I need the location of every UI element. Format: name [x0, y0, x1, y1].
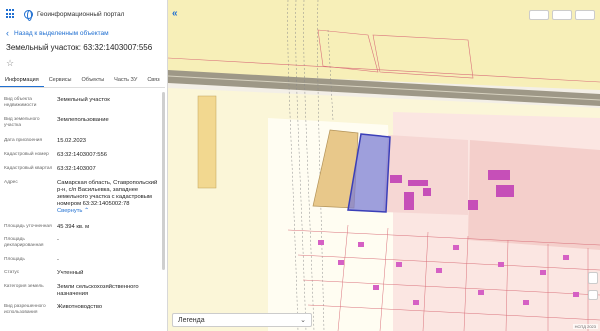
house [396, 262, 402, 267]
attribute-label: Статус [4, 270, 20, 275]
attribute-row: Площадь - [4, 257, 162, 264]
attribute-value: Самарская область, Ставропольский р-н, с… [57, 180, 162, 215]
house [573, 292, 579, 297]
attribute-value: Животноводство [57, 304, 103, 310]
house [358, 242, 364, 247]
building [390, 175, 402, 183]
parcel-strip-west [197, 95, 217, 189]
attribute-value: Учтенный [57, 270, 84, 276]
attribute-value: - [57, 257, 59, 263]
globe-icon [24, 9, 33, 21]
attribute-value[interactable]: 63:32:1403007:556 [57, 152, 162, 159]
attribute-label: Вид разрешенного использования [4, 304, 46, 315]
attribute-label: Адрес [4, 180, 18, 185]
house [478, 290, 484, 295]
attribute-label: Вид объекта недвижимости [4, 97, 37, 108]
map-tool-button[interactable] [575, 10, 595, 20]
attribute-row: Дата присвоения 15.02.2023 [4, 138, 162, 145]
tab-links[interactable]: Связ [142, 74, 164, 87]
legend-label: Легенда [178, 316, 205, 324]
attribute-row: Площадь декларированная - [4, 237, 162, 249]
back-link[interactable]: ‹ Назад к выделенным объектам [6, 29, 109, 38]
attribute-row: Кадастровый номер 63:32:1403007:556 [4, 152, 162, 159]
attribute-value: Землепользование [57, 117, 109, 123]
info-panel: Геоинформационный портал ‹ Назад к выдел… [0, 0, 168, 331]
attribute-value: Земельный участок [57, 97, 110, 103]
tab-bar: Информация Сервисы Объекты Часть ЗУ Связ [0, 74, 165, 88]
house [523, 300, 529, 305]
attribute-label: Категория земель [4, 284, 44, 289]
attribute-row: Статус Учтенный [4, 270, 162, 277]
map-tool-button[interactable] [529, 10, 549, 20]
tab-parcel-part[interactable]: Часть ЗУ [109, 74, 142, 87]
tab-services[interactable]: Сервисы [44, 74, 77, 87]
map-view[interactable] [168, 0, 600, 331]
chevron-down-icon: ⌄ [300, 317, 306, 324]
tab-objects[interactable]: Объекты [76, 74, 109, 87]
attribute-value: 15.02.2023 [57, 138, 87, 144]
attribute-row: Вид земельного участка Землепользование [4, 117, 162, 129]
attribute-value: - [57, 237, 59, 243]
collapse-panel-icon[interactable]: « [172, 8, 178, 19]
building [488, 170, 510, 180]
map-tool-button[interactable] [552, 10, 572, 20]
building [408, 180, 428, 186]
house [436, 268, 442, 273]
page-title: Земельный участок: 63:32:1403007:556 [6, 43, 153, 52]
attribute-row: Площадь уточненная 45 394 кв. м [4, 224, 162, 231]
house [413, 300, 419, 305]
attribute-label: Вид земельного участка [4, 117, 40, 128]
house [453, 245, 459, 250]
panel-scrollbar[interactable] [162, 92, 165, 270]
map-zoom-button[interactable] [588, 290, 598, 300]
attribute-label: Площадь декларированная [4, 237, 44, 248]
attribute-value[interactable]: 63:32:1403007 [57, 166, 162, 173]
attribute-row: Категория земель Земли сельскохозяйствен… [4, 284, 162, 298]
building [468, 200, 478, 210]
chevron-left-icon: ‹ [6, 28, 9, 38]
attribute-row: Вид объекта недвижимости Земельный участ… [4, 97, 162, 109]
attribute-row: Вид разрешенного использования Животново… [4, 304, 162, 316]
collapse-link[interactable]: Свернуть [57, 208, 82, 214]
map-attribution: НСПД 2023 [572, 324, 598, 329]
building [404, 192, 414, 210]
back-link-label: Назад к выделенным объектам [14, 30, 109, 37]
attribute-row: Адрес Самарская область, Ставропольский … [4, 180, 162, 215]
chevron-up-icon[interactable]: ⌃ [84, 208, 89, 214]
map-zoom-button[interactable] [588, 272, 598, 284]
attribute-row: Кадастровый квартал 63:32:1403007 [4, 166, 162, 173]
attribute-label: Кадастровый квартал [4, 166, 53, 171]
attribute-label: Площадь [4, 257, 25, 262]
house [318, 240, 324, 245]
legend-toggle[interactable]: Легенда ⌄ [172, 313, 312, 327]
house [563, 255, 569, 260]
attribute-label: Дата присвоения [4, 138, 43, 143]
building [496, 185, 514, 197]
house [373, 285, 379, 290]
building [423, 188, 431, 196]
attribute-value: Земли сельскохозяйственного назначения [57, 284, 139, 297]
attribute-label: Площадь уточненная [4, 224, 52, 229]
house [540, 270, 546, 275]
map-canvas[interactable] [168, 0, 600, 331]
panel-header: Геоинформационный портал [0, 0, 167, 28]
zone-industrial-block-east [468, 140, 600, 250]
attribute-label: Кадастровый номер [4, 152, 49, 157]
portal-title: Геоинформационный портал [37, 10, 125, 18]
tab-info[interactable]: Информация [0, 74, 44, 87]
attribute-value: 45 394 кв. м [57, 224, 90, 230]
address-text: Самарская область, Ставропольский р-н, с… [57, 180, 158, 207]
house [498, 262, 504, 267]
house [338, 260, 344, 265]
favorite-star-icon[interactable]: ☆ [6, 58, 14, 69]
apps-grid-icon[interactable] [6, 9, 16, 19]
